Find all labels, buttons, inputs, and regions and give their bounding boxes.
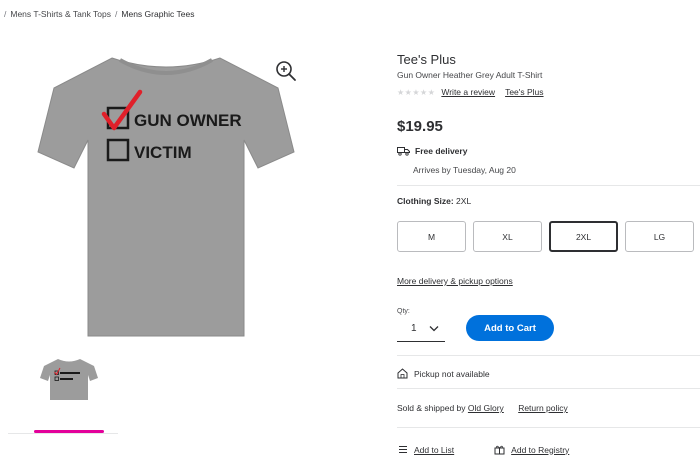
more-delivery-options-link[interactable]: More delivery & pickup options: [397, 276, 513, 286]
divider: [397, 388, 700, 389]
truck-icon: [397, 147, 410, 156]
size-option-xl[interactable]: XL: [473, 221, 542, 252]
rating-stars-icon: ★★★★★: [397, 87, 436, 97]
delivery-row: Free delivery: [397, 146, 467, 156]
product-title: Gun Owner Heather Grey Adult T-Shirt: [397, 70, 543, 80]
rating-row: ★★★★★ Write a review Tee's Plus: [397, 87, 544, 97]
size-option-m[interactable]: M: [397, 221, 466, 252]
list-icon: [399, 446, 407, 453]
size-option-2xl[interactable]: 2XL: [549, 221, 618, 252]
seller-link[interactable]: Old Glory: [468, 403, 504, 413]
add-to-list-link[interactable]: Add to List: [414, 445, 454, 455]
breadcrumb-separator: /: [4, 9, 7, 19]
list-actions-row: Add to List Add to Registry: [397, 444, 569, 455]
seller-prefix: Sold & shipped by: [397, 403, 466, 413]
product-main-image[interactable]: GUN OWNER VICTIM: [26, 40, 306, 345]
size-selected-value: 2XL: [456, 196, 472, 206]
product-thumbnail[interactable]: [36, 356, 102, 402]
divider: [397, 427, 700, 428]
add-to-registry-link[interactable]: Add to Registry: [511, 445, 569, 455]
delivery-label: Free delivery: [415, 146, 468, 156]
product-brand: Tee's Plus: [397, 52, 456, 67]
quantity-label: Qty:: [397, 308, 410, 315]
return-policy-link[interactable]: Return policy: [518, 403, 568, 413]
quantity-value: 1: [411, 323, 417, 334]
registry-action: Add to Registry: [494, 444, 569, 455]
brand-link[interactable]: Tee's Plus: [505, 87, 543, 97]
delivery-arrival: Arrives by Tuesday, Aug 20: [413, 165, 516, 175]
breadcrumb: / Mens T-Shirts & Tank Tops / Mens Graphic …: [0, 9, 194, 19]
size-label-text: Clothing Size:: [397, 196, 454, 206]
breadcrumb-separator: /: [115, 9, 118, 19]
divider: [397, 355, 700, 356]
thumbnail-divider: [8, 433, 118, 434]
add-to-cart-button[interactable]: Add to Cart: [466, 315, 554, 341]
quantity-select[interactable]: 1: [397, 316, 445, 342]
shirt-text-line2: VICTIM: [134, 143, 192, 162]
pickup-row: Pickup not available: [397, 368, 490, 379]
gift-icon: [494, 445, 505, 455]
divider: [397, 185, 700, 186]
size-option-lg[interactable]: LG: [625, 221, 694, 252]
store-icon: [397, 368, 408, 379]
pickup-status: Pickup not available: [414, 368, 490, 379]
write-review-link[interactable]: Write a review: [441, 87, 495, 97]
size-label: Clothing Size: 2XL: [397, 196, 471, 206]
shirt-text-line1: GUN OWNER: [134, 111, 242, 130]
breadcrumb-item-graphic-tees[interactable]: Mens Graphic Tees: [121, 9, 194, 19]
chevron-down-icon: [429, 326, 439, 332]
product-price: $19.95: [397, 118, 443, 135]
seller-row: Sold & shipped by Old Glory Return polic…: [397, 403, 568, 413]
zoom-in-icon[interactable]: [273, 58, 299, 84]
breadcrumb-item-mens-tshirts[interactable]: Mens T-Shirts & Tank Tops: [10, 9, 111, 19]
